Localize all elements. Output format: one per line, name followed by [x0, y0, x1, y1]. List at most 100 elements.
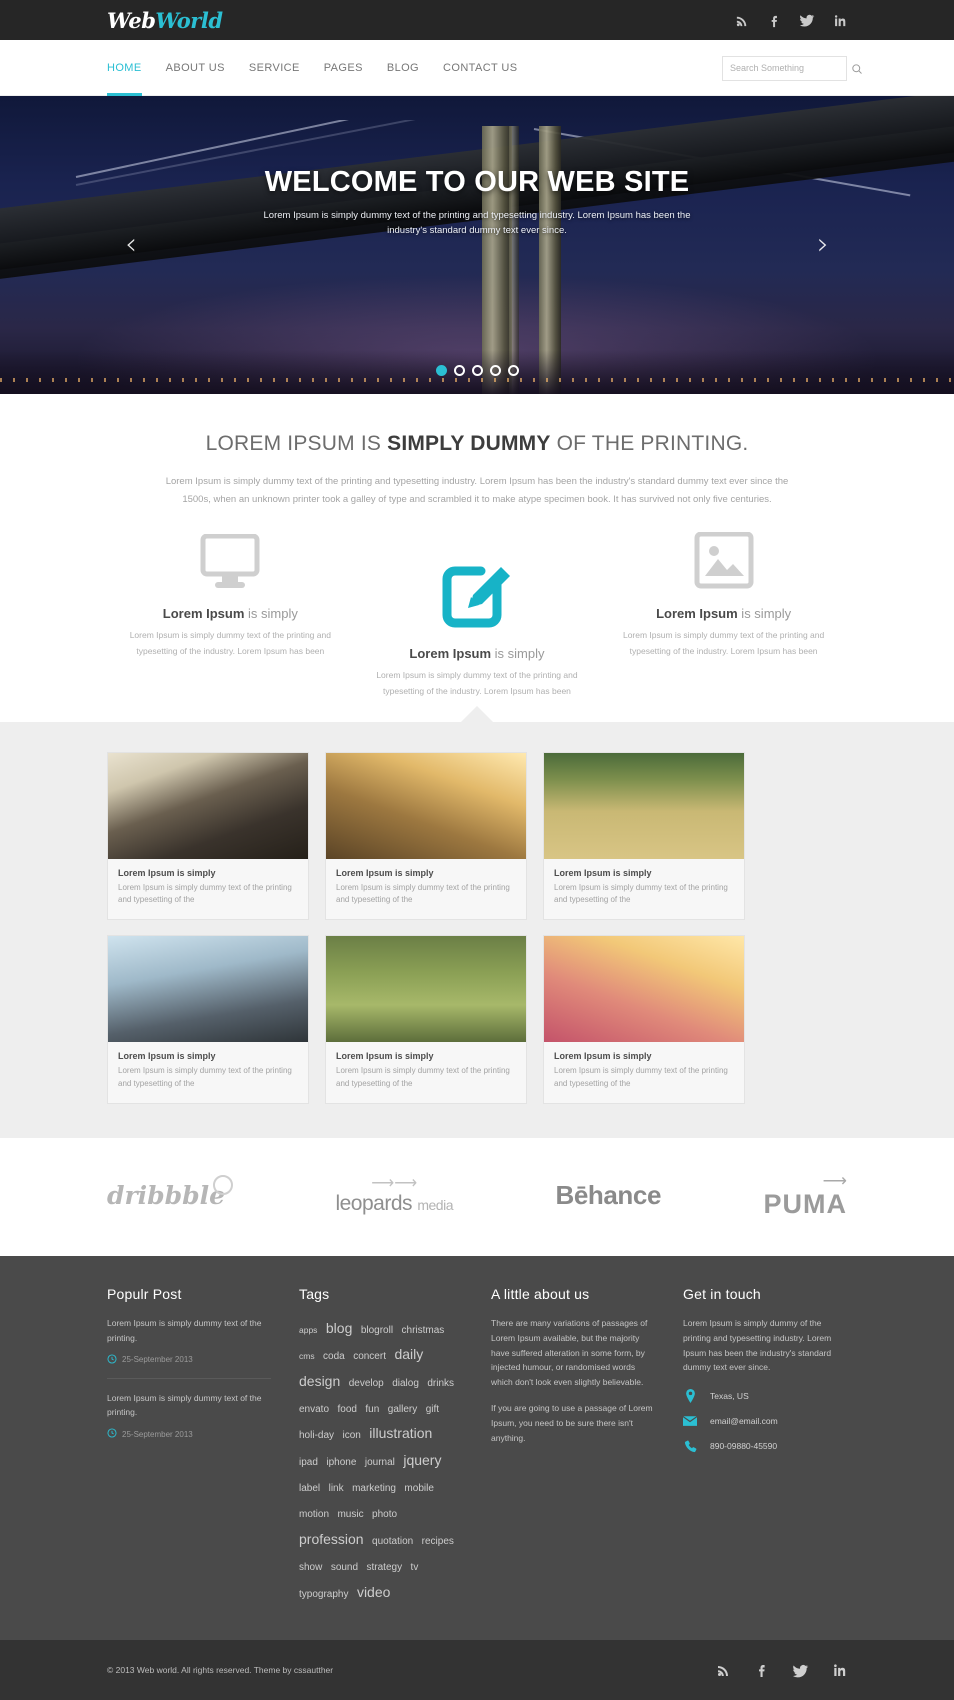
tag-link[interactable]: motion: [299, 1509, 329, 1520]
slider-dot-1[interactable]: [435, 365, 447, 376]
puma-logo[interactable]: ⟶ PUMA: [764, 1172, 848, 1220]
portfolio-card-text: Lorem Ipsum is simply dummy text of the …: [554, 882, 728, 905]
tag-link[interactable]: label: [299, 1483, 320, 1494]
tag-link[interactable]: concert: [353, 1351, 386, 1362]
footer-heading-tags: Tags: [299, 1285, 330, 1302]
nav-item-home[interactable]: HOME: [107, 40, 142, 96]
about-paragraph-1: There are many variations of passages of…: [491, 1317, 648, 1388]
nav-item-service[interactable]: SERVICE: [249, 40, 300, 96]
tag-link[interactable]: video: [357, 1584, 390, 1600]
tag-link[interactable]: blog: [326, 1320, 352, 1336]
tag-link[interactable]: daily: [394, 1346, 423, 1362]
portfolio-section: Lorem Ipsum is simply Lorem Ipsum is sim…: [0, 705, 954, 1138]
behance-logo[interactable]: Bēhance: [555, 1180, 661, 1211]
tag-link[interactable]: apps: [299, 1325, 317, 1335]
twitter-icon[interactable]: [799, 12, 815, 28]
leopards-logo-sub: media: [417, 1196, 453, 1213]
tag-link[interactable]: fun: [365, 1404, 379, 1415]
linkedin-icon[interactable]: [832, 13, 847, 28]
facebook-icon[interactable]: [754, 1662, 770, 1678]
dribbble-logo[interactable]: dribbble: [107, 1175, 233, 1210]
portfolio-card-title: Lorem Ipsum is simply: [336, 867, 434, 878]
tag-link[interactable]: marketing: [352, 1483, 396, 1494]
tag-link[interactable]: tv: [411, 1562, 419, 1573]
tag-link[interactable]: music: [337, 1509, 363, 1520]
tag-link[interactable]: cms: [299, 1351, 315, 1361]
contact-item-phone[interactable]: 890-09880-45590: [683, 1439, 847, 1453]
tag-link[interactable]: photo: [372, 1509, 397, 1520]
tag-link[interactable]: jquery: [403, 1452, 441, 1468]
rss-icon[interactable]: [716, 1662, 732, 1678]
tag-link[interactable]: gallery: [388, 1404, 417, 1415]
tag-link[interactable]: gift: [426, 1404, 439, 1415]
portfolio-card[interactable]: Lorem Ipsum is simply Lorem Ipsum is sim…: [543, 935, 745, 1104]
tag-link[interactable]: mobile: [404, 1483, 433, 1494]
tag-link[interactable]: profession: [299, 1531, 364, 1547]
tag-link[interactable]: develop: [349, 1378, 384, 1389]
nav-item-contact-us[interactable]: CONTACT US: [443, 40, 518, 96]
tag-link[interactable]: dialog: [392, 1378, 419, 1389]
tag-link[interactable]: show: [299, 1562, 322, 1573]
portfolio-card[interactable]: Lorem Ipsum is simply Lorem Ipsum is sim…: [107, 751, 309, 921]
tag-link[interactable]: envato: [299, 1404, 329, 1415]
tag-link[interactable]: coda: [323, 1351, 345, 1362]
portfolio-card-title: Lorem Ipsum is simply: [554, 867, 652, 878]
slider-prev-arrow[interactable]: ‹: [125, 230, 137, 260]
slider-dot-3[interactable]: [471, 365, 483, 376]
portfolio-card-title: Lorem Ipsum is simply: [118, 867, 216, 878]
slider-next-arrow[interactable]: ›: [817, 230, 829, 260]
tag-link[interactable]: holi-day: [299, 1430, 334, 1441]
nav-item-about-us[interactable]: ABOUT US: [166, 40, 225, 96]
nav-item-blog[interactable]: BLOG: [387, 40, 419, 96]
slider-dot-4[interactable]: [489, 365, 501, 376]
tag-link[interactable]: link: [329, 1483, 344, 1494]
slider-dot-2[interactable]: [453, 365, 465, 376]
feature-card-image[interactable]: Lorem Ipsum is simply Lorem Ipsum is sim…: [600, 526, 847, 659]
tag-link[interactable]: illustration: [369, 1425, 432, 1441]
tag-link[interactable]: christmas: [402, 1325, 445, 1336]
search-input[interactable]: [730, 63, 847, 73]
portfolio-card[interactable]: Lorem Ipsum is simply Lorem Ipsum is sim…: [325, 935, 527, 1104]
contact-email-value: email@email.com: [710, 1416, 778, 1427]
facebook-icon[interactable]: [767, 13, 782, 28]
tag-link[interactable]: food: [337, 1404, 356, 1415]
tag-link[interactable]: sound: [331, 1562, 358, 1573]
tag-link[interactable]: iphone: [326, 1457, 356, 1468]
feature-text: Lorem Ipsum is simply dummy text of the …: [376, 670, 578, 696]
portfolio-card-text: Lorem Ipsum is simply dummy text of the …: [336, 882, 510, 905]
site-logo[interactable]: WebWorld: [107, 8, 223, 33]
tag-link[interactable]: drinks: [427, 1378, 454, 1389]
tag-link[interactable]: journal: [365, 1457, 395, 1468]
search-box[interactable]: [722, 55, 862, 81]
popular-post-item[interactable]: Lorem Ipsum is simply dummy text of the …: [107, 1391, 271, 1453]
linkedin-icon[interactable]: [831, 1662, 847, 1678]
tag-link[interactable]: strategy: [367, 1562, 403, 1573]
edit-pencil-icon: [372, 544, 583, 638]
tag-link[interactable]: ipad: [299, 1457, 318, 1468]
feature-card-monitor[interactable]: Lorem Ipsum is simply Lorem Ipsum is sim…: [107, 526, 354, 659]
portfolio-card[interactable]: Lorem Ipsum is simply Lorem Ipsum is sim…: [325, 751, 527, 921]
portfolio-card[interactable]: Lorem Ipsum is simply Lorem Ipsum is sim…: [543, 751, 745, 921]
portfolio-card-text: Lorem Ipsum is simply dummy text of the …: [118, 882, 292, 905]
rss-icon[interactable]: [735, 13, 750, 28]
features-section: Lorem Ipsum is simply Lorem Ipsum is sim…: [0, 508, 954, 700]
popular-post-item[interactable]: Lorem Ipsum is simply dummy text of the …: [107, 1316, 271, 1379]
feature-card-edit[interactable]: Lorem Ipsum is simply Lorem Ipsum is sim…: [354, 526, 601, 699]
tag-link[interactable]: recipes: [422, 1536, 454, 1547]
tag-link[interactable]: icon: [342, 1430, 360, 1441]
slider-dot-5[interactable]: [507, 365, 519, 376]
tag-link[interactable]: typography: [299, 1589, 348, 1600]
location-pin-icon: [683, 1389, 697, 1404]
portfolio-card[interactable]: Lorem Ipsum is simply Lorem Ipsum is sim…: [107, 935, 309, 1104]
footer-column-tags: Tags apps blog blogroll christmas cms co…: [299, 1286, 463, 1606]
tag-link[interactable]: design: [299, 1373, 340, 1389]
search-icon[interactable]: [851, 62, 863, 74]
tag-link[interactable]: blogroll: [361, 1325, 393, 1336]
contact-item-email[interactable]: email@email.com: [683, 1414, 847, 1428]
leopards-media-logo[interactable]: ⟶⟶ leopards media: [335, 1175, 453, 1216]
twitter-icon[interactable]: [792, 1662, 809, 1679]
footer-column-about: A little about us There are many variati…: [491, 1286, 655, 1446]
nav-item-pages[interactable]: PAGES: [324, 40, 363, 96]
tag-link[interactable]: quotation: [372, 1536, 413, 1547]
feature-title-rest: is simply: [737, 606, 792, 622]
